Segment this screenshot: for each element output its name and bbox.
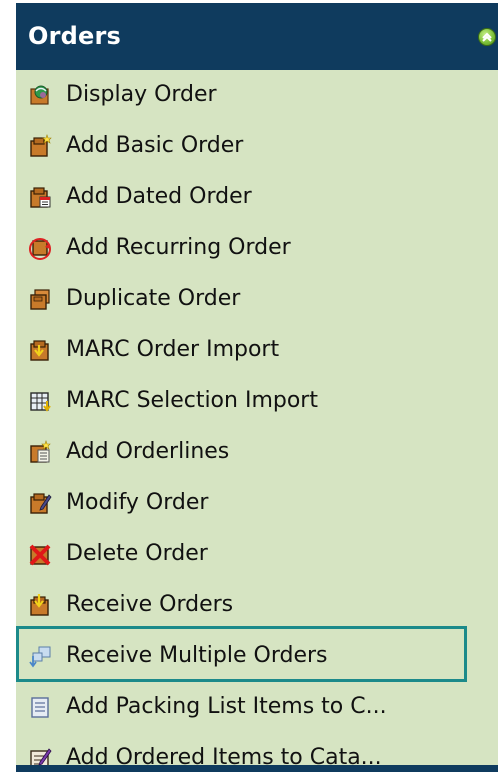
receive-orders-icon [28, 593, 52, 617]
menu-item-label: MARC Order Import [66, 337, 280, 362]
menu-item-receive-orders[interactable]: Receive Orders [16, 580, 498, 631]
menu-item-marc-selection-import[interactable]: MARC Selection Import [16, 376, 498, 427]
menu-item-add-packing-list-items[interactable]: Add Packing List Items to C... [16, 682, 498, 733]
modify-order-icon [28, 491, 52, 515]
menu-item-add-dated-order[interactable]: Add Dated Order [16, 172, 498, 223]
menu-item-label: Delete Order [66, 541, 208, 566]
menu-item-label: Add Orderlines [66, 439, 230, 464]
menu-item-label: Modify Order [66, 490, 209, 515]
menu-item-label: Receive Multiple Orders [66, 643, 328, 668]
receive-multiple-orders-icon [28, 644, 52, 668]
menu-item-label: MARC Selection Import [66, 388, 318, 413]
add-recurring-order-icon [28, 236, 52, 260]
collapse-up-icon[interactable] [478, 28, 496, 46]
menu-item-add-recurring-order[interactable]: Add Recurring Order [16, 223, 498, 274]
panel-header: Orders [16, 3, 498, 70]
display-order-icon [28, 83, 52, 107]
menu-item-duplicate-order[interactable]: Duplicate Order [16, 274, 498, 325]
menu-item-modify-order[interactable]: Modify Order [16, 478, 498, 529]
menu-item-label: Add Dated Order [66, 184, 252, 209]
add-dated-order-icon [28, 185, 52, 209]
menu-item-label: Add Recurring Order [66, 235, 291, 260]
menu-item-label: Receive Orders [66, 592, 234, 617]
menu-item-add-basic-order[interactable]: Add Basic Order [16, 121, 498, 172]
menu-item-add-orderlines[interactable]: Add Orderlines [16, 427, 498, 478]
menu-item-label: Display Order [66, 82, 217, 107]
menu-item-display-order[interactable]: Display Order [16, 70, 498, 121]
marc-order-import-icon [28, 338, 52, 362]
panel-title: Orders [28, 22, 122, 50]
menu-item-delete-order[interactable]: Delete Order [16, 529, 498, 580]
menu-item-label: Add Packing List Items to C... [66, 694, 387, 719]
menu-item-add-ordered-items[interactable]: Add Ordered Items to Cata... [16, 733, 498, 784]
marc-selection-import-icon [28, 389, 52, 413]
menu-item-marc-order-import[interactable]: MARC Order Import [16, 325, 498, 376]
duplicate-order-icon [28, 287, 52, 311]
packing-list-icon [28, 695, 52, 719]
menu-item-receive-multiple-orders[interactable]: Receive Multiple Orders [16, 631, 498, 682]
panel-bottom-border [16, 765, 498, 772]
menu-item-label: Duplicate Order [66, 286, 241, 311]
orders-panel: Orders Display Order Add Basic Order Add… [16, 3, 498, 770]
add-orderlines-icon [28, 440, 52, 464]
add-basic-order-icon [28, 134, 52, 158]
delete-order-icon [28, 542, 52, 566]
menu-item-label: Add Basic Order [66, 133, 244, 158]
